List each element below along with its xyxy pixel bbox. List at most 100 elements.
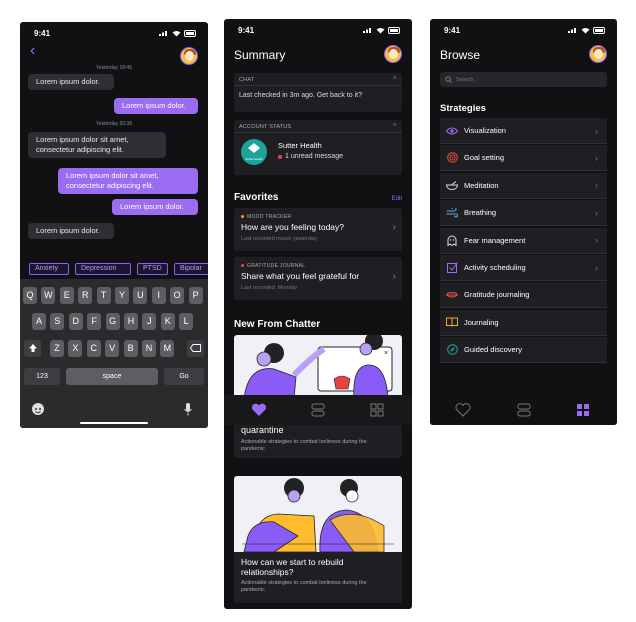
close-icon[interactable]: × bbox=[393, 122, 397, 129]
strategy-row[interactable]: Activity scheduling › bbox=[440, 255, 607, 281]
go-key[interactable]: Go bbox=[164, 368, 204, 385]
key-h[interactable]: H bbox=[124, 313, 138, 330]
key-s[interactable]: S bbox=[50, 313, 65, 330]
strategy-label: Visualization bbox=[464, 126, 506, 135]
key-q[interactable]: Q bbox=[23, 287, 37, 304]
org-name: Sutter Health bbox=[278, 141, 322, 150]
page-title: Browse bbox=[440, 48, 481, 62]
key-j[interactable]: J bbox=[142, 313, 157, 330]
key-t[interactable]: T bbox=[96, 287, 111, 304]
chat-card-header: CHAT bbox=[239, 77, 255, 83]
favorite-question: Share what you feel grateful for bbox=[241, 271, 360, 281]
key-y[interactable]: Y bbox=[115, 287, 129, 304]
strategy-row[interactable]: Gratitude journaling bbox=[440, 282, 607, 309]
status-icons bbox=[159, 29, 198, 37]
article-title: How can we start to rebuild relationship… bbox=[241, 557, 344, 577]
back-button[interactable]: ‹ bbox=[30, 42, 35, 60]
strategy-row[interactable]: Fear management › bbox=[440, 227, 607, 254]
key-p[interactable]: P bbox=[188, 287, 203, 304]
emoji-icon bbox=[35, 408, 41, 414]
key-b[interactable]: B bbox=[123, 340, 138, 357]
key-d[interactable]: D bbox=[68, 313, 83, 330]
key-w[interactable]: W bbox=[41, 287, 56, 304]
search-input[interactable]: Search bbox=[440, 72, 607, 87]
strategy-row[interactable]: Meditation › bbox=[440, 172, 607, 199]
avatar[interactable] bbox=[384, 45, 402, 63]
signal-icon bbox=[363, 28, 371, 33]
key-e[interactable]: E bbox=[59, 287, 74, 304]
key-c[interactable]: C bbox=[86, 340, 101, 357]
key-f[interactable]: F bbox=[87, 313, 102, 330]
tab-bar bbox=[224, 395, 412, 425]
key-l[interactable]: L bbox=[179, 313, 194, 330]
strategy-row[interactable]: Visualization › bbox=[440, 118, 607, 144]
article-card[interactable]: How can we start to rebuild relationship… bbox=[234, 476, 402, 603]
article-illustration bbox=[234, 476, 402, 553]
strategy-row[interactable]: Breathing › bbox=[440, 200, 607, 227]
strategy-row[interactable]: Guided discovery bbox=[440, 337, 607, 364]
summary-screen: 9:41 Summary CHAT × Last checked in 3m ag… bbox=[224, 19, 412, 609]
close-icon[interactable]: × bbox=[393, 75, 397, 82]
avatar[interactable] bbox=[589, 45, 607, 63]
account-card[interactable]: ACCOUNT STATUS × Sutter Health Sutter Hea… bbox=[234, 120, 402, 175]
unread-text: 1 unread message bbox=[285, 153, 343, 160]
message-timestamp: Yesterday 18:45 bbox=[96, 65, 132, 71]
key-x[interactable]: X bbox=[68, 340, 83, 357]
article-illustration: × bbox=[234, 335, 402, 400]
wifi-icon bbox=[581, 27, 590, 33]
key-r[interactable]: R bbox=[78, 287, 93, 304]
topic-chip[interactable]: PTSD bbox=[137, 263, 168, 275]
wifi-icon bbox=[172, 30, 181, 36]
key-a[interactable]: A bbox=[32, 313, 46, 330]
space-key[interactable]: space bbox=[66, 368, 158, 385]
heart-tab-icon[interactable] bbox=[251, 403, 267, 417]
favorite-tag: MOOD TRACKER bbox=[241, 214, 291, 220]
strategy-label: Journaling bbox=[464, 317, 499, 327]
heart-tab-icon[interactable] bbox=[455, 403, 471, 417]
topic-chip[interactable]: Depression bbox=[75, 263, 131, 275]
favorite-subtitle: Last recorded: Monday bbox=[241, 285, 298, 291]
topic-chip[interactable]: Bipolar bbox=[174, 263, 208, 275]
key-k[interactable]: K bbox=[160, 313, 175, 330]
chevron-right-icon: › bbox=[595, 152, 598, 163]
favorite-card[interactable]: MOOD TRACKER How are you feeling today? La… bbox=[234, 208, 402, 251]
key-z[interactable]: Z bbox=[50, 340, 64, 357]
chat-tab-icon[interactable] bbox=[517, 403, 531, 417]
key-n[interactable]: N bbox=[142, 340, 156, 357]
target-icon bbox=[440, 145, 464, 171]
key-g[interactable]: G bbox=[105, 313, 120, 330]
shift-key[interactable] bbox=[24, 340, 41, 357]
strategy-row[interactable]: Goal setting › bbox=[440, 145, 607, 172]
backspace-key[interactable] bbox=[187, 340, 204, 357]
unread-row[interactable]: 1 unread message bbox=[278, 153, 343, 160]
compass-icon bbox=[440, 337, 464, 363]
chat-card[interactable]: CHAT × Last checked in 3m ago. Get back t… bbox=[234, 73, 402, 112]
incoming-message: Lorem ipsum dolor. bbox=[28, 74, 114, 90]
strategy-label: Activity scheduling bbox=[464, 263, 526, 272]
favorite-card[interactable]: GRATITUDE JOURNAL Share what you feel gra… bbox=[234, 257, 402, 300]
strategy-row[interactable]: Journaling bbox=[440, 309, 607, 336]
status-icons bbox=[568, 26, 607, 34]
chevron-right-icon: › bbox=[595, 207, 598, 218]
svg-text:×: × bbox=[384, 350, 388, 357]
bowl-icon bbox=[440, 172, 464, 198]
chat-tab-icon[interactable] bbox=[311, 403, 325, 417]
key-u[interactable]: U bbox=[133, 287, 148, 304]
microphone-icon[interactable] bbox=[184, 403, 192, 416]
avatar[interactable] bbox=[180, 47, 198, 65]
book-icon bbox=[440, 309, 464, 335]
topic-chip[interactable]: Anxiety bbox=[29, 263, 69, 275]
status-time: 9:41 bbox=[238, 25, 255, 35]
browse-tab-icon[interactable] bbox=[370, 403, 384, 417]
logo-mark-icon bbox=[248, 143, 260, 153]
numbers-key[interactable]: 123 bbox=[24, 368, 60, 385]
status-bar: 9:41 bbox=[34, 27, 198, 39]
key-o[interactable]: O bbox=[170, 287, 185, 304]
edit-button[interactable]: Edit bbox=[392, 196, 402, 202]
key-m[interactable]: M bbox=[160, 340, 175, 357]
outgoing-message: Lorem ipsum dolor. bbox=[114, 98, 198, 114]
browse-tab-icon[interactable] bbox=[576, 403, 590, 417]
emoji-button[interactable] bbox=[32, 403, 44, 415]
key-v[interactable]: V bbox=[105, 340, 120, 357]
key-i[interactable]: I bbox=[151, 287, 166, 304]
